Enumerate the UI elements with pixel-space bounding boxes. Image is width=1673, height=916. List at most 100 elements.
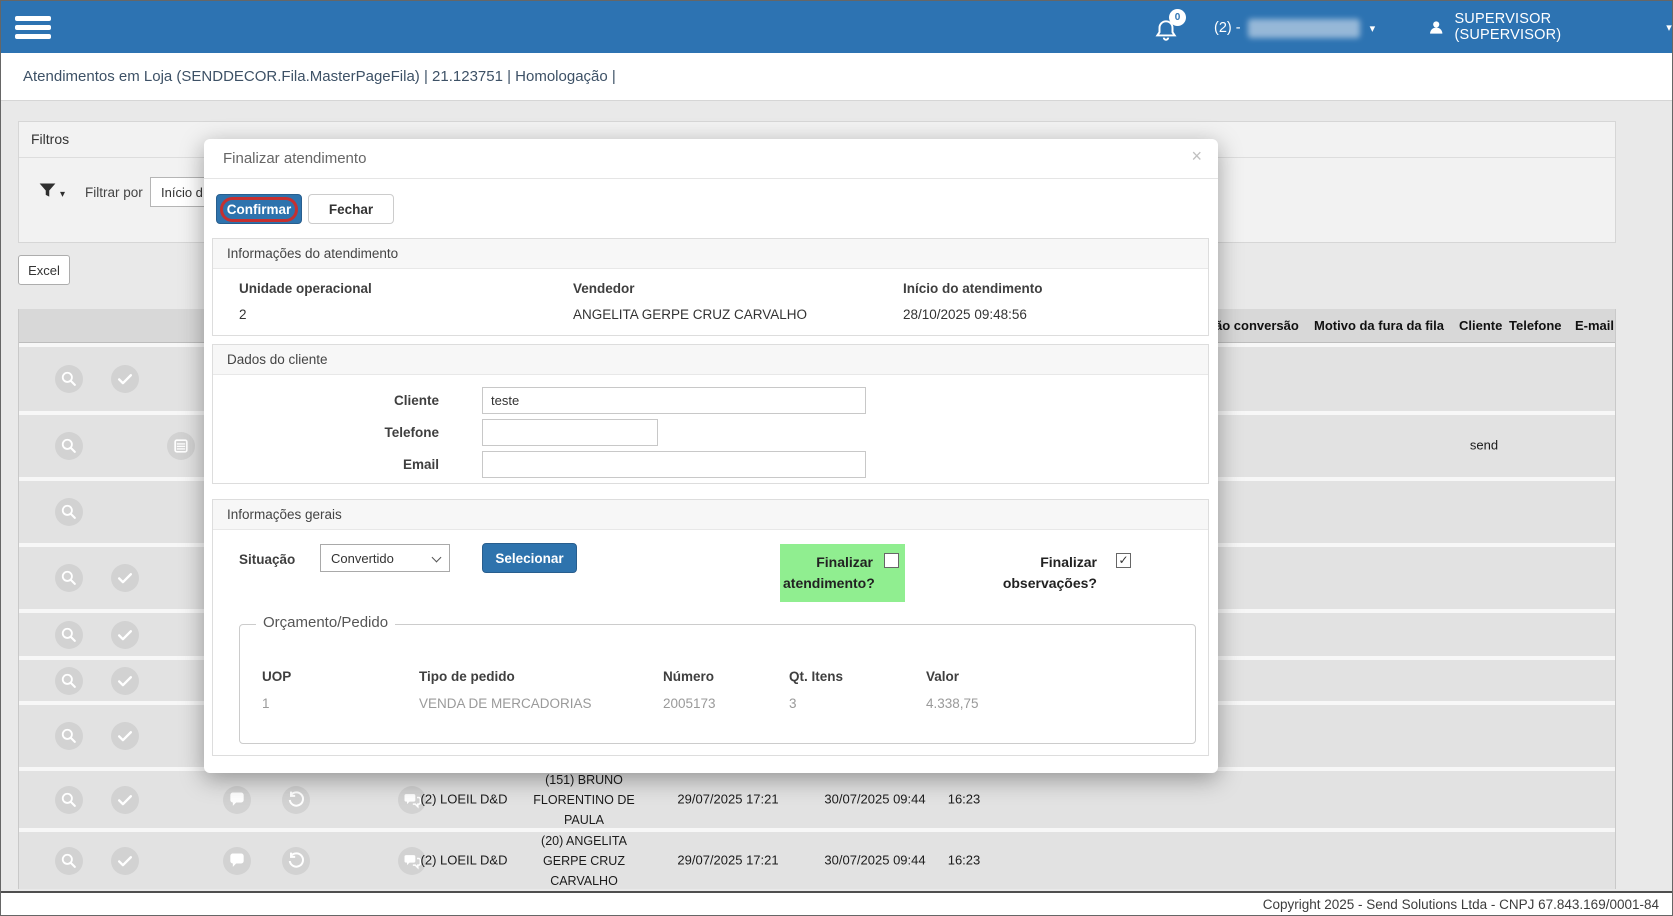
field-value: 2 [239, 307, 372, 322]
telefone-label: Telefone [213, 425, 439, 440]
telefone-input[interactable] [482, 419, 658, 446]
informacoes-gerais-panel: Informações gerais Situação Convertido S… [212, 499, 1209, 756]
notification-count-badge: 0 [1169, 9, 1186, 26]
user-icon [1427, 18, 1445, 37]
finalizar-observacoes-label: Finalizar observações? [987, 552, 1097, 594]
user-name: SUPERVISOR (SUPERVISOR) [1454, 11, 1656, 43]
cell-vendedor: (20) ANGELITA GERPE CRUZ CARVALHO [524, 831, 644, 890]
finalizar-atendimento-checkbox[interactable] [884, 553, 899, 568]
finalizar-atendimento-label: Finalizar atendimento? [783, 552, 873, 594]
cell-inicio: 29/07/2025 17:21 [667, 850, 789, 871]
list-icon[interactable] [167, 432, 195, 460]
search-icon[interactable] [55, 564, 83, 592]
store-prefix: (2) - [1214, 20, 1241, 36]
redacted-store-name [1248, 19, 1360, 38]
search-icon[interactable] [55, 621, 83, 649]
cell-duracao: 16:23 [937, 789, 991, 810]
search-icon[interactable] [55, 365, 83, 393]
field-inicio-atendimento: Início do atendimento 28/10/2025 09:48:5… [903, 281, 1043, 322]
notifications-button[interactable]: 0 [1153, 11, 1195, 47]
column-header-motivo-fura-fila[interactable]: Motivo da fura da fila [1314, 318, 1444, 333]
comment-icon[interactable] [223, 847, 251, 875]
funnel-icon [37, 180, 58, 201]
fechar-button[interactable]: Fechar [308, 194, 394, 224]
cliente-label: Cliente [213, 393, 439, 408]
finalizar-observacoes-checkbox[interactable]: ✓ [1116, 553, 1131, 568]
dados-cliente-panel: Dados do cliente Cliente Telefone Email [212, 344, 1209, 484]
breadcrumb: Atendimentos em Loja (SENDDECOR.Fila.Mas… [23, 68, 616, 85]
filter-by-label: Filtrar por [85, 185, 143, 200]
table-row: (2) LOEIL D&D (20) ANGELITA GERPE CRUZ C… [19, 832, 1615, 889]
field-label: Unidade operacional [239, 281, 372, 296]
top-bar: 0 (2) - ▾ SUPERVISOR (SUPERVISOR) ▾ [1, 1, 1672, 53]
modal-title-bar: Finalizar atendimento × [204, 139, 1218, 179]
breadcrumb-bar: Atendimentos em Loja (SENDDECOR.Fila.Mas… [1, 53, 1672, 101]
history-icon[interactable] [282, 847, 310, 875]
info-atendimento-panel: Informações do atendimento Unidade opera… [212, 238, 1209, 336]
excel-export-button[interactable]: Excel [18, 255, 70, 285]
search-icon[interactable] [55, 722, 83, 750]
app-window: 0 (2) - ▾ SUPERVISOR (SUPERVISOR) ▾ Aten… [0, 0, 1673, 916]
chevron-down-icon [432, 553, 442, 563]
check-icon[interactable] [111, 365, 139, 393]
cell-inicio: 29/07/2025 17:21 [667, 789, 789, 810]
search-icon[interactable] [55, 498, 83, 526]
email-input[interactable] [482, 451, 866, 478]
cell-cliente: send [1449, 436, 1519, 457]
finalizar-observacoes-group: Finalizar observações? ✓ [945, 544, 1133, 602]
finalizar-atendimento-modal: Finalizar atendimento × Confirmar Fechar… [204, 139, 1218, 773]
cell-duracao: 16:23 [937, 850, 991, 871]
situacao-value: Convertido [331, 551, 394, 566]
panel-title: Informações do atendimento [213, 239, 1208, 269]
order-col-valor: Valor4.338,75 [926, 669, 979, 711]
history-icon[interactable] [282, 786, 310, 814]
orcamento-pedido-fieldset: Orçamento/Pedido UOP1 Tipo de pedidoVEND… [239, 624, 1196, 744]
order-col-qt-itens: Qt. Itens3 [789, 669, 843, 711]
search-icon[interactable] [55, 432, 83, 460]
confirm-button[interactable]: Confirmar [216, 194, 302, 224]
field-unidade-operacional: Unidade operacional 2 [239, 281, 372, 322]
check-icon[interactable] [111, 722, 139, 750]
store-selector[interactable]: (2) - ▾ [1214, 15, 1375, 41]
table-row: (2) LOEIL D&D (151) BRUNO FLORENTINO DE … [19, 771, 1615, 828]
modal-title: Finalizar atendimento [223, 150, 366, 167]
email-label: Email [213, 457, 439, 472]
finalizar-atendimento-highlight: Finalizar atendimento? [780, 544, 905, 602]
cell-uop: (2) LOEIL D&D [409, 789, 519, 810]
situacao-select[interactable]: Convertido [320, 544, 450, 572]
user-menu[interactable]: SUPERVISOR (SUPERVISOR) ▾ [1427, 14, 1672, 40]
field-label: Início do atendimento [903, 281, 1043, 296]
close-icon[interactable]: × [1191, 147, 1202, 165]
column-header-nao-conversao[interactable]: ão conversão [1215, 318, 1299, 333]
fieldset-legend: Orçamento/Pedido [256, 614, 395, 631]
column-header-cliente[interactable]: Cliente [1459, 318, 1502, 333]
cell-fim: 30/07/2025 09:44 [814, 789, 936, 810]
check-icon[interactable] [111, 621, 139, 649]
panel-title: Dados do cliente [213, 345, 1208, 375]
comment-icon[interactable] [223, 786, 251, 814]
check-icon[interactable] [111, 564, 139, 592]
hamburger-menu-icon[interactable] [15, 14, 51, 41]
filter-by-value: Início d [161, 185, 203, 200]
column-header-telefone[interactable]: Telefone [1509, 318, 1562, 333]
cell-fim: 30/07/2025 09:44 [814, 850, 936, 871]
search-icon[interactable] [55, 667, 83, 695]
filter-funnel-button[interactable]: ▾ [37, 180, 71, 206]
search-icon[interactable] [55, 786, 83, 814]
cell-uop: (2) LOEIL D&D [409, 850, 519, 871]
search-icon[interactable] [55, 847, 83, 875]
selecionar-button[interactable]: Selecionar [482, 543, 577, 573]
chevron-down-icon: ▾ [60, 189, 65, 200]
panel-title: Informações gerais [213, 500, 1208, 530]
footer: Copyright 2025 - Send Solutions Ltda - C… [1, 891, 1672, 916]
order-col-numero: Número2005173 [663, 669, 716, 711]
cell-vendedor: (151) BRUNO FLORENTINO DE PAULA [524, 770, 644, 830]
field-value: 28/10/2025 09:48:56 [903, 307, 1043, 322]
field-vendedor: Vendedor ANGELITA GERPE CRUZ CARVALHO [573, 281, 807, 322]
check-icon[interactable] [111, 786, 139, 814]
check-icon[interactable] [111, 847, 139, 875]
column-header-email[interactable]: E-mail [1575, 318, 1614, 333]
chevron-down-icon: ▾ [1666, 21, 1672, 34]
check-icon[interactable] [111, 667, 139, 695]
cliente-input[interactable] [482, 387, 866, 414]
